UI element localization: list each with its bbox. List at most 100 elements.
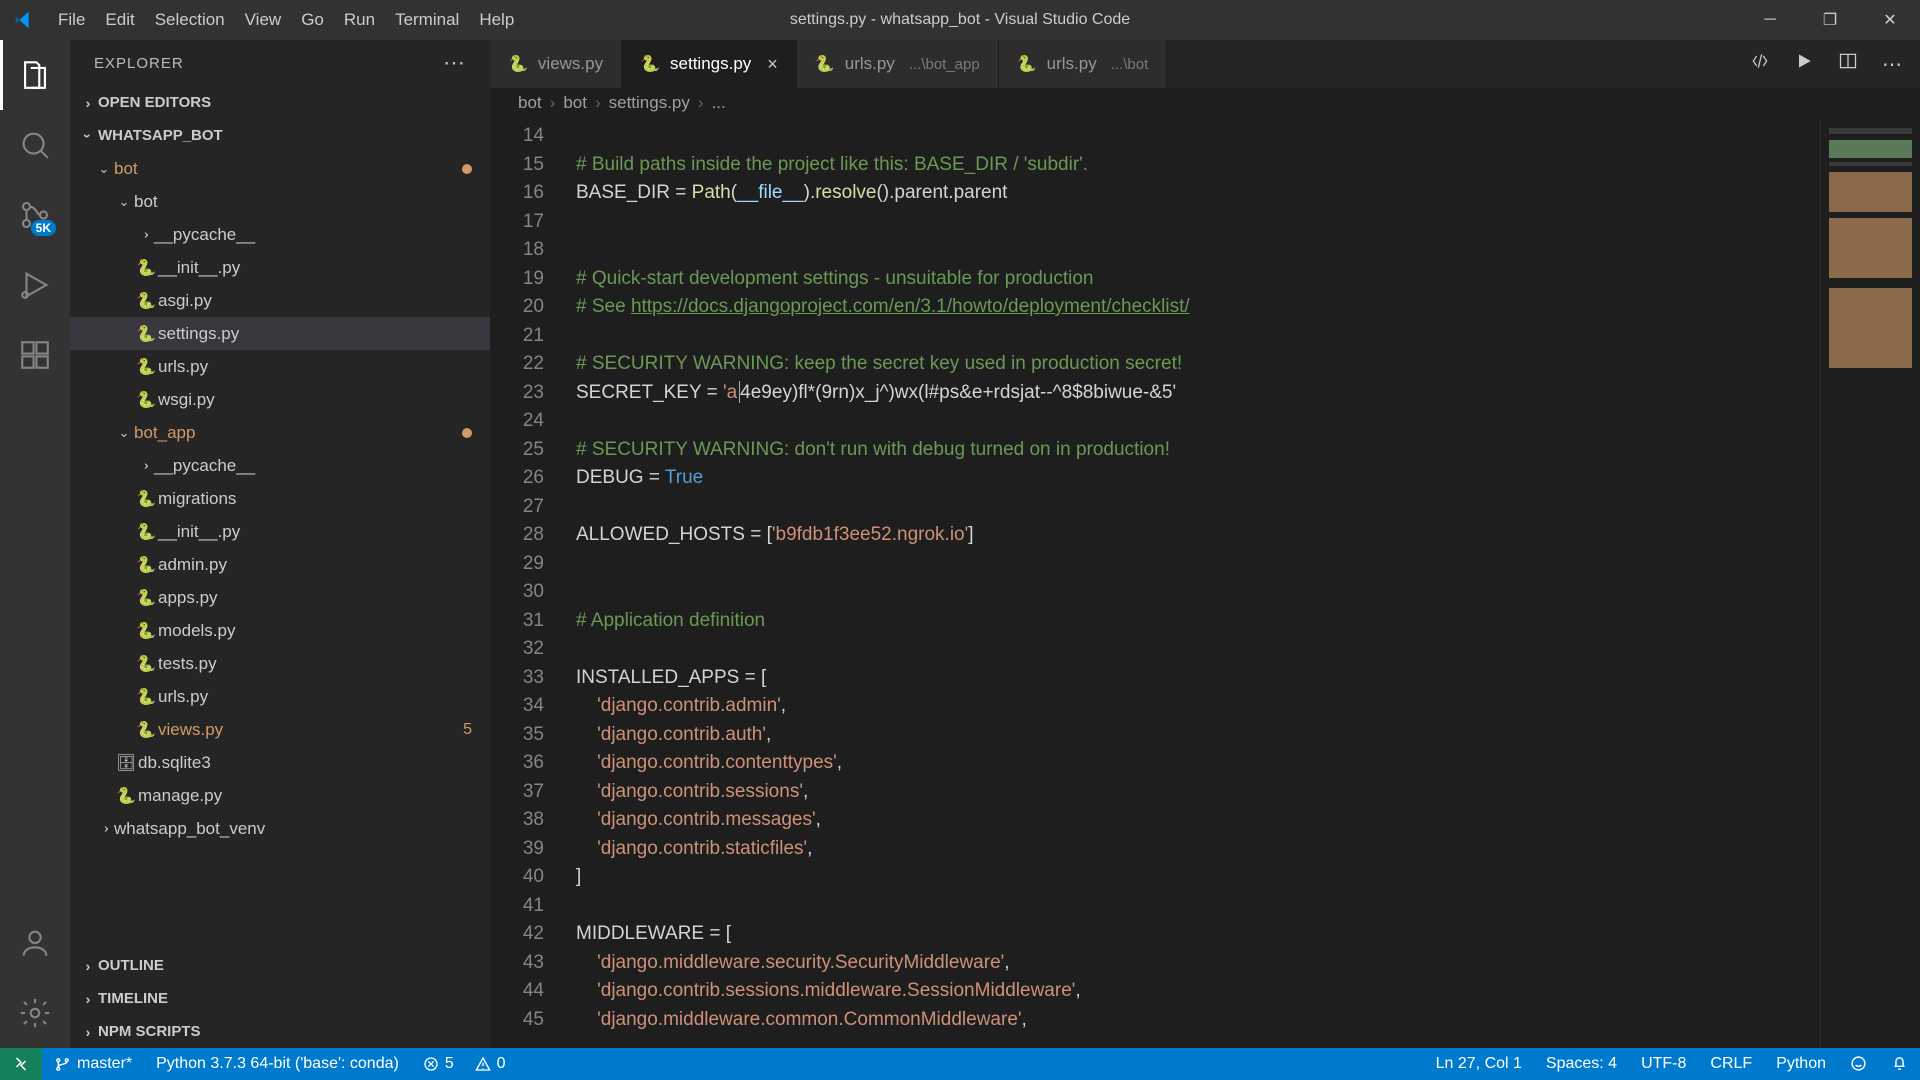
sidebar-more-icon[interactable]: ⋯ — [443, 50, 466, 76]
menu-view[interactable]: View — [235, 0, 292, 40]
tree-item-bot-app[interactable]: ⌄bot_app — [70, 416, 490, 449]
code-editor[interactable]: 1415161718192021222324252627282930313233… — [490, 118, 1920, 1048]
tree-label: whatsapp_bot_venv — [114, 819, 265, 839]
sidebar-title: EXPLORER ⋯ — [70, 40, 490, 86]
breadcrumb-seg[interactable]: ... — [712, 93, 726, 113]
split-icon[interactable] — [1838, 51, 1858, 77]
chevron-right-icon: › — [78, 1024, 98, 1040]
menu-file[interactable]: File — [48, 0, 95, 40]
tree-item-admin-py[interactable]: 🐍admin.py — [70, 548, 490, 581]
close-tab-icon[interactable]: × — [767, 54, 778, 75]
panel-npm[interactable]: ›NPM SCRIPTS — [70, 1015, 490, 1048]
activity-search[interactable] — [0, 110, 70, 180]
chevron-icon: ⌄ — [136, 456, 152, 476]
tree-item-urls-py[interactable]: 🐍urls.py — [70, 350, 490, 383]
maximize-button[interactable]: ❐ — [1800, 0, 1860, 40]
tree-item-db-sqlite3[interactable]: 🗄db.sqlite3 — [70, 746, 490, 779]
tree-label: wsgi.py — [158, 390, 215, 410]
chevron-down-icon: › — [80, 126, 96, 146]
menu-terminal[interactable]: Terminal — [385, 0, 469, 40]
problems[interactable]: 5 0 — [411, 1048, 518, 1080]
more-icon[interactable]: ⋯ — [1882, 52, 1902, 77]
menu-go[interactable]: Go — [291, 0, 334, 40]
tree-label: migrations — [158, 489, 236, 509]
activity-account[interactable] — [0, 908, 70, 978]
errors-count: 5 — [445, 1055, 454, 1073]
panel-workspace[interactable]: ›WHATSAPP_BOT — [70, 119, 490, 152]
tree-item-apps-py[interactable]: 🐍apps.py — [70, 581, 490, 614]
tab-settings-py[interactable]: 🐍settings.py× — [622, 40, 797, 88]
tree-item-urls-py[interactable]: 🐍urls.py — [70, 680, 490, 713]
modified-dot-icon — [462, 428, 472, 438]
breadcrumb-seg[interactable]: bot — [563, 93, 587, 113]
vscode-icon — [0, 9, 48, 31]
chevron-right-icon: › — [78, 95, 98, 111]
tree-item-bot[interactable]: ⌄bot — [70, 152, 490, 185]
file-tree: ⌄bot⌄bot⌄__pycache__🐍__init__.py🐍asgi.py… — [70, 152, 490, 949]
tree-item-whatsapp-bot-venv[interactable]: ⌄whatsapp_bot_venv — [70, 812, 490, 845]
breadcrumb-seg[interactable]: bot — [518, 93, 542, 113]
breadcrumb[interactable]: bot›bot›settings.py›... — [490, 88, 1920, 118]
tab-label: settings.py — [670, 54, 751, 74]
panel-open-editors[interactable]: ›OPEN EDITORS — [70, 86, 490, 119]
tree-item---init---py[interactable]: 🐍__init__.py — [70, 515, 490, 548]
feedback-icon[interactable] — [1838, 1055, 1879, 1072]
tree-item---init---py[interactable]: 🐍__init__.py — [70, 251, 490, 284]
file-icon: 🐍 — [114, 786, 138, 806]
tree-label: __pycache__ — [154, 456, 255, 476]
tree-label: bot_app — [134, 423, 195, 443]
code-content[interactable]: # Build paths inside the project like th… — [562, 118, 1820, 1048]
tree-item-models-py[interactable]: 🐍models.py — [70, 614, 490, 647]
menu-help[interactable]: Help — [469, 0, 524, 40]
activity-explorer[interactable] — [0, 40, 70, 110]
tree-item---pycache--[interactable]: ⌄__pycache__ — [70, 449, 490, 482]
panel-outline[interactable]: ›OUTLINE — [70, 949, 490, 982]
tree-item-wsgi-py[interactable]: 🐍wsgi.py — [70, 383, 490, 416]
breadcrumb-seg[interactable]: settings.py — [609, 93, 690, 113]
panel-timeline[interactable]: ›TIMELINE — [70, 982, 490, 1015]
activity-extensions[interactable] — [0, 320, 70, 390]
remote-button[interactable] — [0, 1048, 42, 1080]
activity-settings[interactable] — [0, 978, 70, 1048]
close-button[interactable]: ✕ — [1860, 0, 1920, 40]
python-label: Python 3.7.3 64-bit ('base': conda) — [156, 1055, 399, 1073]
minimize-button[interactable]: ─ — [1740, 0, 1800, 40]
eol[interactable]: CRLF — [1698, 1055, 1764, 1073]
file-icon: 🐍 — [134, 324, 158, 344]
cursor-position[interactable]: Ln 27, Col 1 — [1424, 1055, 1534, 1073]
file-icon: 🐍 — [134, 357, 158, 377]
git-branch[interactable]: master* — [42, 1048, 144, 1080]
indentation[interactable]: Spaces: 4 — [1534, 1055, 1629, 1073]
tree-label: __pycache__ — [154, 225, 255, 245]
tree-item-views-py[interactable]: 🐍views.py5 — [70, 713, 490, 746]
problem-badge: 5 — [463, 721, 472, 739]
menu-selection[interactable]: Selection — [145, 0, 235, 40]
tree-item-manage-py[interactable]: 🐍manage.py — [70, 779, 490, 812]
tree-item-settings-py[interactable]: 🐍settings.py — [70, 317, 490, 350]
tab-urls-py[interactable]: 🐍urls.py...\bot_app — [797, 40, 999, 88]
file-icon: 🐍 — [134, 522, 158, 542]
tree-item-asgi-py[interactable]: 🐍asgi.py — [70, 284, 490, 317]
tab-urls-py[interactable]: 🐍urls.py...\bot — [999, 40, 1168, 88]
language-mode[interactable]: Python — [1764, 1055, 1838, 1073]
tree-item---pycache--[interactable]: ⌄__pycache__ — [70, 218, 490, 251]
tree-item-migrations[interactable]: 🐍migrations — [70, 482, 490, 515]
tree-label: bot — [114, 159, 138, 179]
tree-item-tests-py[interactable]: 🐍tests.py — [70, 647, 490, 680]
tab-views-py[interactable]: 🐍views.py — [490, 40, 622, 88]
menu-edit[interactable]: Edit — [95, 0, 144, 40]
encoding[interactable]: UTF-8 — [1629, 1055, 1698, 1073]
notifications-icon[interactable] — [1879, 1055, 1920, 1072]
menu-run[interactable]: Run — [334, 0, 385, 40]
run-icon[interactable] — [1794, 51, 1814, 77]
menubar: FileEditSelectionViewGoRunTerminalHelp — [0, 0, 524, 40]
compare-icon[interactable] — [1750, 51, 1770, 77]
activity-run[interactable] — [0, 250, 70, 320]
tree-item-bot[interactable]: ⌄bot — [70, 185, 490, 218]
minimap[interactable] — [1820, 118, 1920, 1048]
chevron-icon: ⌄ — [114, 194, 134, 210]
tree-label: urls.py — [158, 687, 208, 707]
activity-scm[interactable]: 5K — [0, 180, 70, 250]
line-gutter: 1415161718192021222324252627282930313233… — [490, 118, 562, 1048]
python-interpreter[interactable]: Python 3.7.3 64-bit ('base': conda) — [144, 1048, 411, 1080]
